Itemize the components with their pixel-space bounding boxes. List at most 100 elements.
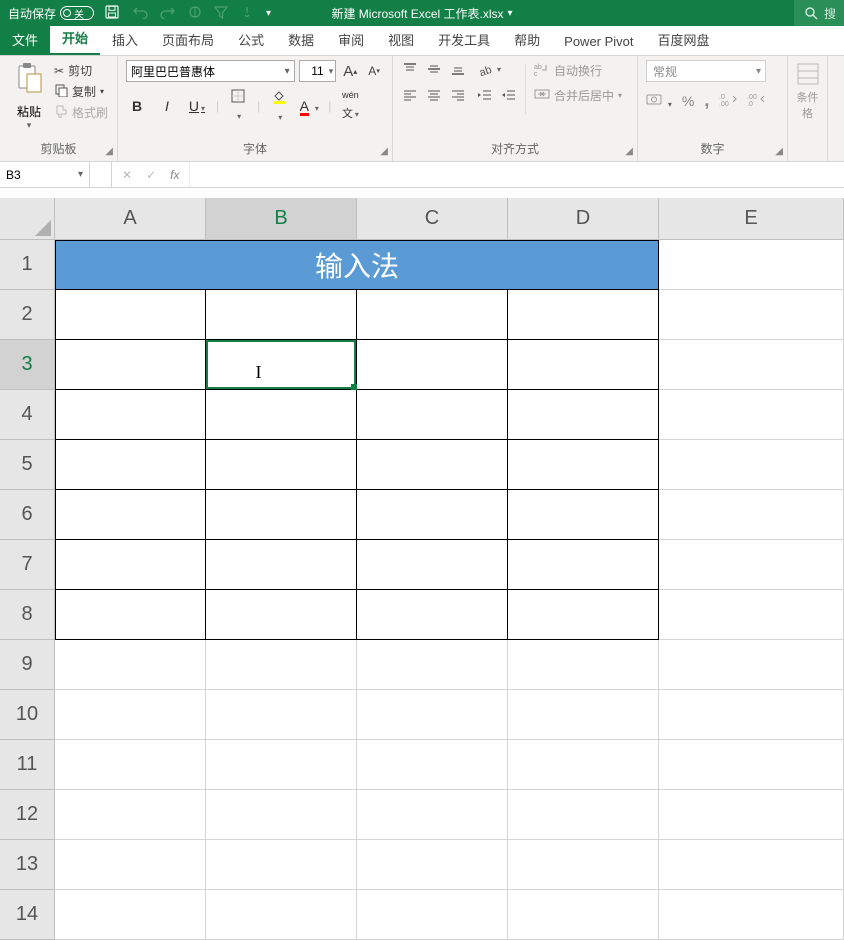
row-header-4[interactable]: 4 [0,390,55,440]
conditional-format-button[interactable]: 条件格 [796,62,819,121]
cell-E5[interactable] [659,440,844,490]
save-icon[interactable] [104,4,120,23]
data-cell[interactable] [508,590,659,640]
cell-C11[interactable] [357,740,508,790]
cell-E6[interactable] [659,490,844,540]
data-cell[interactable] [206,340,357,390]
increase-indent-icon[interactable] [499,86,517,104]
comma-button[interactable]: , [704,90,709,111]
data-cell[interactable] [357,490,508,540]
currency-button[interactable] [646,91,672,110]
cell-D9[interactable] [508,640,659,690]
tab-power-pivot[interactable]: Power Pivot [552,28,645,55]
redo-icon[interactable] [160,5,176,22]
data-cell[interactable] [508,540,659,590]
row-header-11[interactable]: 11 [0,740,55,790]
tab-developer[interactable]: 开发工具 [426,24,502,55]
data-cell[interactable] [206,390,357,440]
align-top-icon[interactable] [401,60,419,78]
data-cell[interactable] [508,340,659,390]
data-cell[interactable] [55,590,206,640]
tab-view[interactable]: 视图 [376,24,426,55]
copy-button[interactable]: 复制 ▾ [54,83,108,100]
tab-page-layout[interactable]: 页面布局 [150,24,226,55]
cell-A9[interactable] [55,640,206,690]
cell-B13[interactable] [206,840,357,890]
touch-mode-icon[interactable] [240,5,254,22]
column-header-D[interactable]: D [508,198,659,240]
row-header-3[interactable]: 3 [0,340,55,390]
filter-icon[interactable] [214,5,228,22]
row-header-5[interactable]: 5 [0,440,55,490]
row-header-14[interactable]: 14 [0,890,55,940]
data-cell[interactable] [206,440,357,490]
wrap-text-button[interactable]: abc 自动换行 [534,62,622,79]
cell-E9[interactable] [659,640,844,690]
cell-B12[interactable] [206,790,357,840]
merge-center-button[interactable]: 合并后居中 ▾ [534,87,622,104]
data-cell[interactable] [206,590,357,640]
increase-font-icon[interactable]: A▴ [340,61,360,81]
tab-formulas[interactable]: 公式 [226,24,276,55]
data-cell[interactable] [55,490,206,540]
qat-customize-icon[interactable]: ▾ [266,8,271,19]
data-cell[interactable] [508,390,659,440]
column-header-A[interactable]: A [55,198,206,240]
formula-input[interactable] [190,162,844,187]
align-left-icon[interactable] [401,86,419,104]
cell-D12[interactable] [508,790,659,840]
data-cell[interactable] [357,540,508,590]
cell-A10[interactable] [55,690,206,740]
data-cell[interactable] [206,540,357,590]
data-cell[interactable] [55,340,206,390]
data-cell[interactable] [357,290,508,340]
data-cell[interactable] [206,290,357,340]
align-right-icon[interactable] [449,86,467,104]
cell-E1[interactable] [659,240,844,290]
column-header-E[interactable]: E [659,198,844,240]
font-dialog-icon[interactable]: ◢ [380,146,388,157]
format-painter-button[interactable]: 格式刷 [54,104,108,121]
cell-D14[interactable] [508,890,659,940]
data-cell[interactable] [357,590,508,640]
tab-help[interactable]: 帮助 [502,24,552,55]
cell-B14[interactable] [206,890,357,940]
data-cell[interactable] [55,540,206,590]
tab-home[interactable]: 开始 [50,22,100,55]
column-header-B[interactable]: B [206,198,357,240]
cell-E13[interactable] [659,840,844,890]
qat-icon-4[interactable] [188,5,202,22]
name-box[interactable]: B3 [0,162,90,187]
column-header-C[interactable]: C [357,198,508,240]
paste-button[interactable]: 粘贴 ▾ [8,60,50,131]
data-cell[interactable] [508,290,659,340]
data-cell[interactable] [55,440,206,490]
cell-E14[interactable] [659,890,844,940]
cell-A13[interactable] [55,840,206,890]
decrease-decimal-button[interactable]: .00.0 [747,92,765,109]
borders-button[interactable] [227,89,249,122]
data-cell[interactable] [55,390,206,440]
cell-A12[interactable] [55,790,206,840]
cell-C14[interactable] [357,890,508,940]
bold-button[interactable]: B [126,98,148,114]
data-cell[interactable] [55,290,206,340]
row-header-10[interactable]: 10 [0,690,55,740]
number-dialog-icon[interactable]: ◢ [775,146,783,157]
tab-baidu[interactable]: 百度网盘 [646,24,722,55]
fx-icon[interactable]: fx [170,168,179,182]
data-cell[interactable] [357,390,508,440]
cell-E2[interactable] [659,290,844,340]
cell-E3[interactable] [659,340,844,390]
cell-C13[interactable] [357,840,508,890]
cell-E4[interactable] [659,390,844,440]
decrease-indent-icon[interactable] [475,86,493,104]
align-center-icon[interactable] [425,86,443,104]
cell-B11[interactable] [206,740,357,790]
tab-insert[interactable]: 插入 [100,24,150,55]
cut-button[interactable]: ✂ 剪切 [54,62,108,79]
percent-button[interactable]: % [682,93,694,109]
cell-A11[interactable] [55,740,206,790]
align-bottom-icon[interactable] [449,60,467,78]
row-header-7[interactable]: 7 [0,540,55,590]
